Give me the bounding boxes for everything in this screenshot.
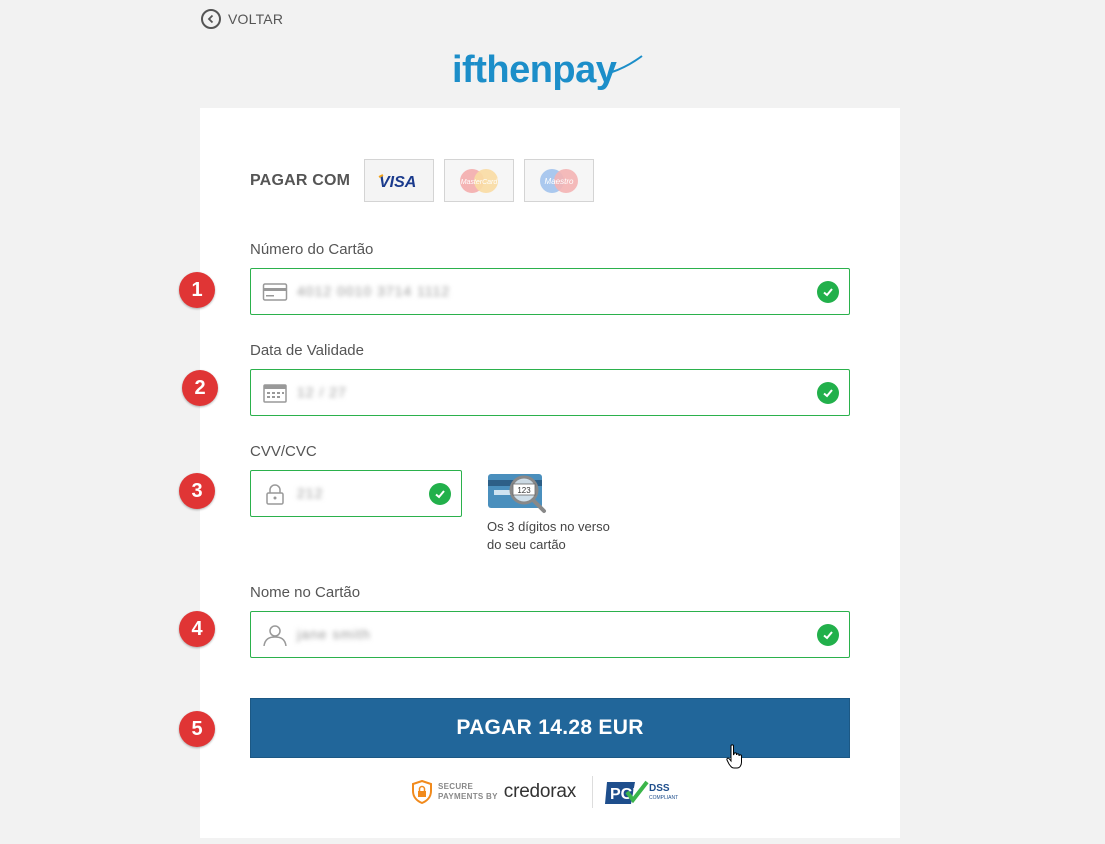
pay-with-label: PAGAR COM <box>250 171 351 189</box>
pay-with-row: PAGAR COM VISA MasterCard Maestro <box>250 158 604 203</box>
expiry-field[interactable]: 12 / 27 <box>250 369 850 416</box>
hand-cursor-icon <box>726 744 742 769</box>
step-marker-4: 4 <box>179 611 215 647</box>
calendar-icon <box>263 384 287 403</box>
secure-footer: SECURE PAYMENTS BY credorax PCI DSS COMP… <box>412 776 679 808</box>
check-icon <box>429 483 451 505</box>
svg-text:DSS: DSS <box>649 783 670 794</box>
cvv-label: CVV/CVC <box>250 443 317 460</box>
divider <box>592 776 594 808</box>
payment-card: PAGAR COM VISA MasterCard Maestro Número… <box>200 108 900 838</box>
card-number-value: 4012 0010 3714 1112 <box>297 283 451 299</box>
step-marker-5: 5 <box>179 711 215 747</box>
svg-text:123: 123 <box>517 486 531 495</box>
lock-icon <box>266 484 284 505</box>
visa-option[interactable]: VISA <box>364 159 435 202</box>
logo-text: ifthenpay <box>452 49 617 91</box>
card-number-label: Número do Cartão <box>250 241 374 258</box>
maestro-option[interactable]: Maestro <box>524 159 595 202</box>
back-link[interactable]: VOLTAR <box>201 9 283 29</box>
pci-dss-logo: PCI DSS COMPLIANT <box>605 780 678 804</box>
name-value: jane smith <box>297 626 371 642</box>
maestro-logo-icon: Maestro <box>540 168 579 193</box>
step-marker-3: 3 <box>179 473 215 509</box>
name-label: Nome no Cartão <box>250 584 361 601</box>
pay-button-label: PAGAR 14.28 EUR <box>456 716 644 739</box>
step-marker-1: 1 <box>179 272 215 308</box>
credit-card-icon <box>262 283 288 301</box>
chevron-left-icon <box>201 9 221 29</box>
svg-text:Maestro: Maestro <box>545 177 574 186</box>
cvv-help-text: Os 3 dígitos no verso do seu cartão <box>487 519 610 552</box>
pay-button[interactable]: PAGAR 14.28 EUR <box>250 698 850 758</box>
cvv-value: 212 <box>297 485 324 501</box>
secure-label: SECURE PAYMENTS BY <box>438 782 498 801</box>
expiry-label: Data de Validade <box>250 342 364 359</box>
ifthenpay-logo: ifthenpay <box>452 49 643 91</box>
step-marker-2: 2 <box>182 370 218 406</box>
expiry-value: 12 / 27 <box>297 384 347 400</box>
visa-logo-icon: VISA <box>378 174 417 190</box>
svg-text:MasterCard: MasterCard <box>461 179 499 186</box>
check-icon <box>817 624 839 646</box>
back-label: VOLTAR <box>228 11 284 27</box>
check-icon <box>817 281 839 303</box>
mastercard-logo-icon: MasterCard <box>460 168 499 193</box>
card-number-field[interactable]: 4012 0010 3714 1112 <box>250 268 850 315</box>
user-icon <box>263 625 287 646</box>
cvv-field[interactable]: 212 <box>250 470 462 517</box>
credorax-logo: credorax <box>503 781 577 802</box>
shield-lock-icon <box>412 780 432 804</box>
cvv-help-icon: 123 <box>488 474 546 513</box>
mastercard-option[interactable]: MasterCard <box>444 159 515 202</box>
check-icon <box>817 382 839 404</box>
name-field[interactable]: jane smith <box>250 611 850 658</box>
svg-text:VISA: VISA <box>379 174 416 190</box>
svg-text:COMPLIANT: COMPLIANT <box>649 795 678 801</box>
